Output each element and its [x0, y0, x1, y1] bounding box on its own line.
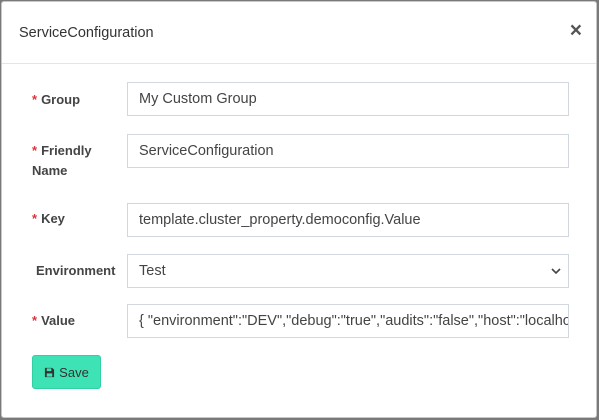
save-button[interactable]: Save: [32, 355, 101, 389]
environment-selected-value: Test: [139, 263, 166, 279]
required-marker: *: [32, 313, 38, 328]
environment-label: Environment: [36, 263, 116, 278]
service-configuration-modal: ServiceConfiguration × * Group My Custom …: [1, 1, 597, 418]
friendly-name-label-line2: Name: [32, 163, 68, 178]
group-input[interactable]: My Custom Group: [127, 82, 569, 116]
value-input[interactable]: { "environment":"DEV","debug":"true","au…: [127, 304, 569, 338]
floppy-disk-icon: [45, 367, 55, 377]
key-input[interactable]: template.cluster_property.democonfig.Val…: [127, 203, 569, 237]
required-marker: *: [32, 211, 38, 226]
modal-header: ServiceConfiguration ×: [2, 2, 596, 64]
group-label: * Group: [32, 92, 81, 107]
key-label: * Key: [32, 211, 65, 226]
friendly-name-input[interactable]: ServiceConfiguration: [127, 134, 569, 168]
close-icon[interactable]: ×: [570, 20, 582, 41]
required-marker: *: [32, 143, 38, 158]
save-button-label: Save: [59, 364, 89, 380]
required-marker: *: [32, 92, 38, 107]
friendly-name-label: * Friendly: [32, 143, 92, 158]
chevron-down-icon: [551, 268, 561, 275]
environment-select[interactable]: Test: [127, 254, 569, 288]
value-label: * Value: [32, 313, 76, 328]
modal-title: ServiceConfiguration: [19, 25, 154, 41]
